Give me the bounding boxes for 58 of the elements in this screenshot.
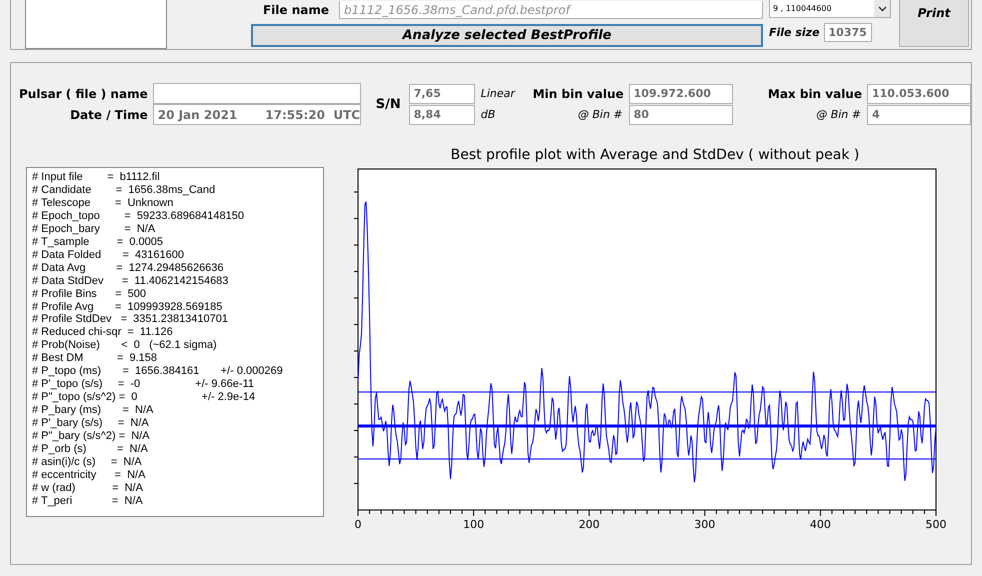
min-bin-label: Min bin value bbox=[532, 86, 624, 100]
db-unit-label: dB bbox=[480, 108, 496, 121]
max-bin-index-label: @ Bin # bbox=[816, 108, 861, 121]
report-line: # Profile Avg = 109993928.569185 bbox=[32, 300, 224, 314]
max-bin-field: 110.053.600 bbox=[867, 84, 971, 104]
x-tick-label: 300 bbox=[694, 518, 716, 531]
file-size-label: File size bbox=[769, 26, 820, 39]
print-button[interactable]: Print bbox=[899, 0, 969, 47]
report-line: # Profile StdDev = 3351.23813410701 bbox=[32, 313, 230, 326]
report-line: # P_topo (ms) = 1656.384161 +/- 0.000269 bbox=[32, 365, 284, 378]
report-line: # Candidate = 1656.38ms_Cand bbox=[32, 184, 216, 197]
pulsar-name-field[interactable] bbox=[152, 83, 361, 104]
report-line: # P'_topo (s/s) = -0 +/- 9.66e-11 bbox=[32, 378, 255, 392]
sn-db-field: 8,84 bbox=[408, 104, 475, 124]
min-bin-index-field: 80 bbox=[628, 104, 733, 124]
report-line: # T_peri = N/A bbox=[32, 494, 144, 508]
file-name-label: File name bbox=[262, 3, 329, 17]
report-line: # Input file = b1112.fil bbox=[32, 171, 161, 184]
x-tick-label: 100 bbox=[463, 518, 484, 531]
min-bin-field: 109.972.600 bbox=[628, 84, 733, 104]
report-line: # Prob(Noise) < 0 (~62.1 sigma) bbox=[32, 339, 218, 352]
report-line: # T_sample = 0.0005 bbox=[32, 236, 164, 249]
report-line: # P'_bary (s/s) = N/A bbox=[32, 417, 150, 430]
report-line: # asin(i)/c (s) = N/A bbox=[32, 456, 143, 469]
x-tick-label: 500 bbox=[926, 518, 946, 531]
report-line: # Data StdDev = 11.4062142154683 bbox=[32, 274, 230, 288]
file-listbox[interactable] bbox=[25, 0, 167, 49]
max-bin-index-field: 4 bbox=[867, 104, 971, 124]
report-line: # Telescope = Unknown bbox=[32, 196, 174, 210]
analyze-button[interactable]: Analyze selected BestProfile bbox=[251, 24, 763, 47]
report-line: # w (rad) = N/A bbox=[32, 482, 144, 495]
max-bin-label: Max bin value bbox=[768, 86, 862, 100]
pulsar-name-label: Pulsar ( file ) name bbox=[19, 86, 148, 100]
x-tick-label: 400 bbox=[810, 518, 831, 531]
report-line: # P"_topo (s/s^2) = 0 +/- 2.9e-14 bbox=[32, 391, 256, 404]
report-line: # eccentricity = N/A bbox=[32, 468, 146, 482]
x-tick-label: 0 bbox=[354, 518, 362, 531]
report-line: # Reduced chi-sqr = 11.126 bbox=[32, 326, 174, 340]
report-line: # P_bary (ms) = N/A bbox=[32, 404, 154, 418]
report-line: # P"_bary (s/s^2) = N/A bbox=[32, 430, 151, 444]
min-bin-index-label: @ Bin # bbox=[578, 108, 623, 121]
report-line: # Best DM = 9.158 bbox=[32, 352, 158, 366]
chevron-down-icon bbox=[878, 6, 886, 12]
report-line: # Profile Bins = 500 bbox=[32, 288, 148, 301]
date-time-label: Date / Time bbox=[70, 108, 148, 122]
file-size-field: 10375 bbox=[824, 23, 872, 42]
report-line: # Epoch_bary = N/A bbox=[32, 222, 156, 236]
report-line: # Data Folded = 43161600 bbox=[32, 248, 185, 262]
report-line: # P_orb (s) = N/A bbox=[32, 443, 149, 456]
report-line: # Epoch_topo = 59233.689684148150 bbox=[32, 210, 245, 223]
plot-title: Best profile plot with Average and StdDev ( without peak ) bbox=[450, 147, 860, 163]
bin-list-dropdown[interactable]: 9 , 110044600 bbox=[769, 0, 891, 18]
date-time-field: 20 Jan 2021 17:55:20 UTC bbox=[152, 104, 361, 125]
sn-label: S/N bbox=[376, 96, 401, 112]
sn-linear-field: 7,65 bbox=[408, 84, 475, 104]
linear-unit-label: Linear bbox=[480, 87, 516, 100]
report-line: # Data Avg = 1274.29485626636 bbox=[32, 262, 225, 275]
x-tick-label: 200 bbox=[578, 518, 600, 531]
